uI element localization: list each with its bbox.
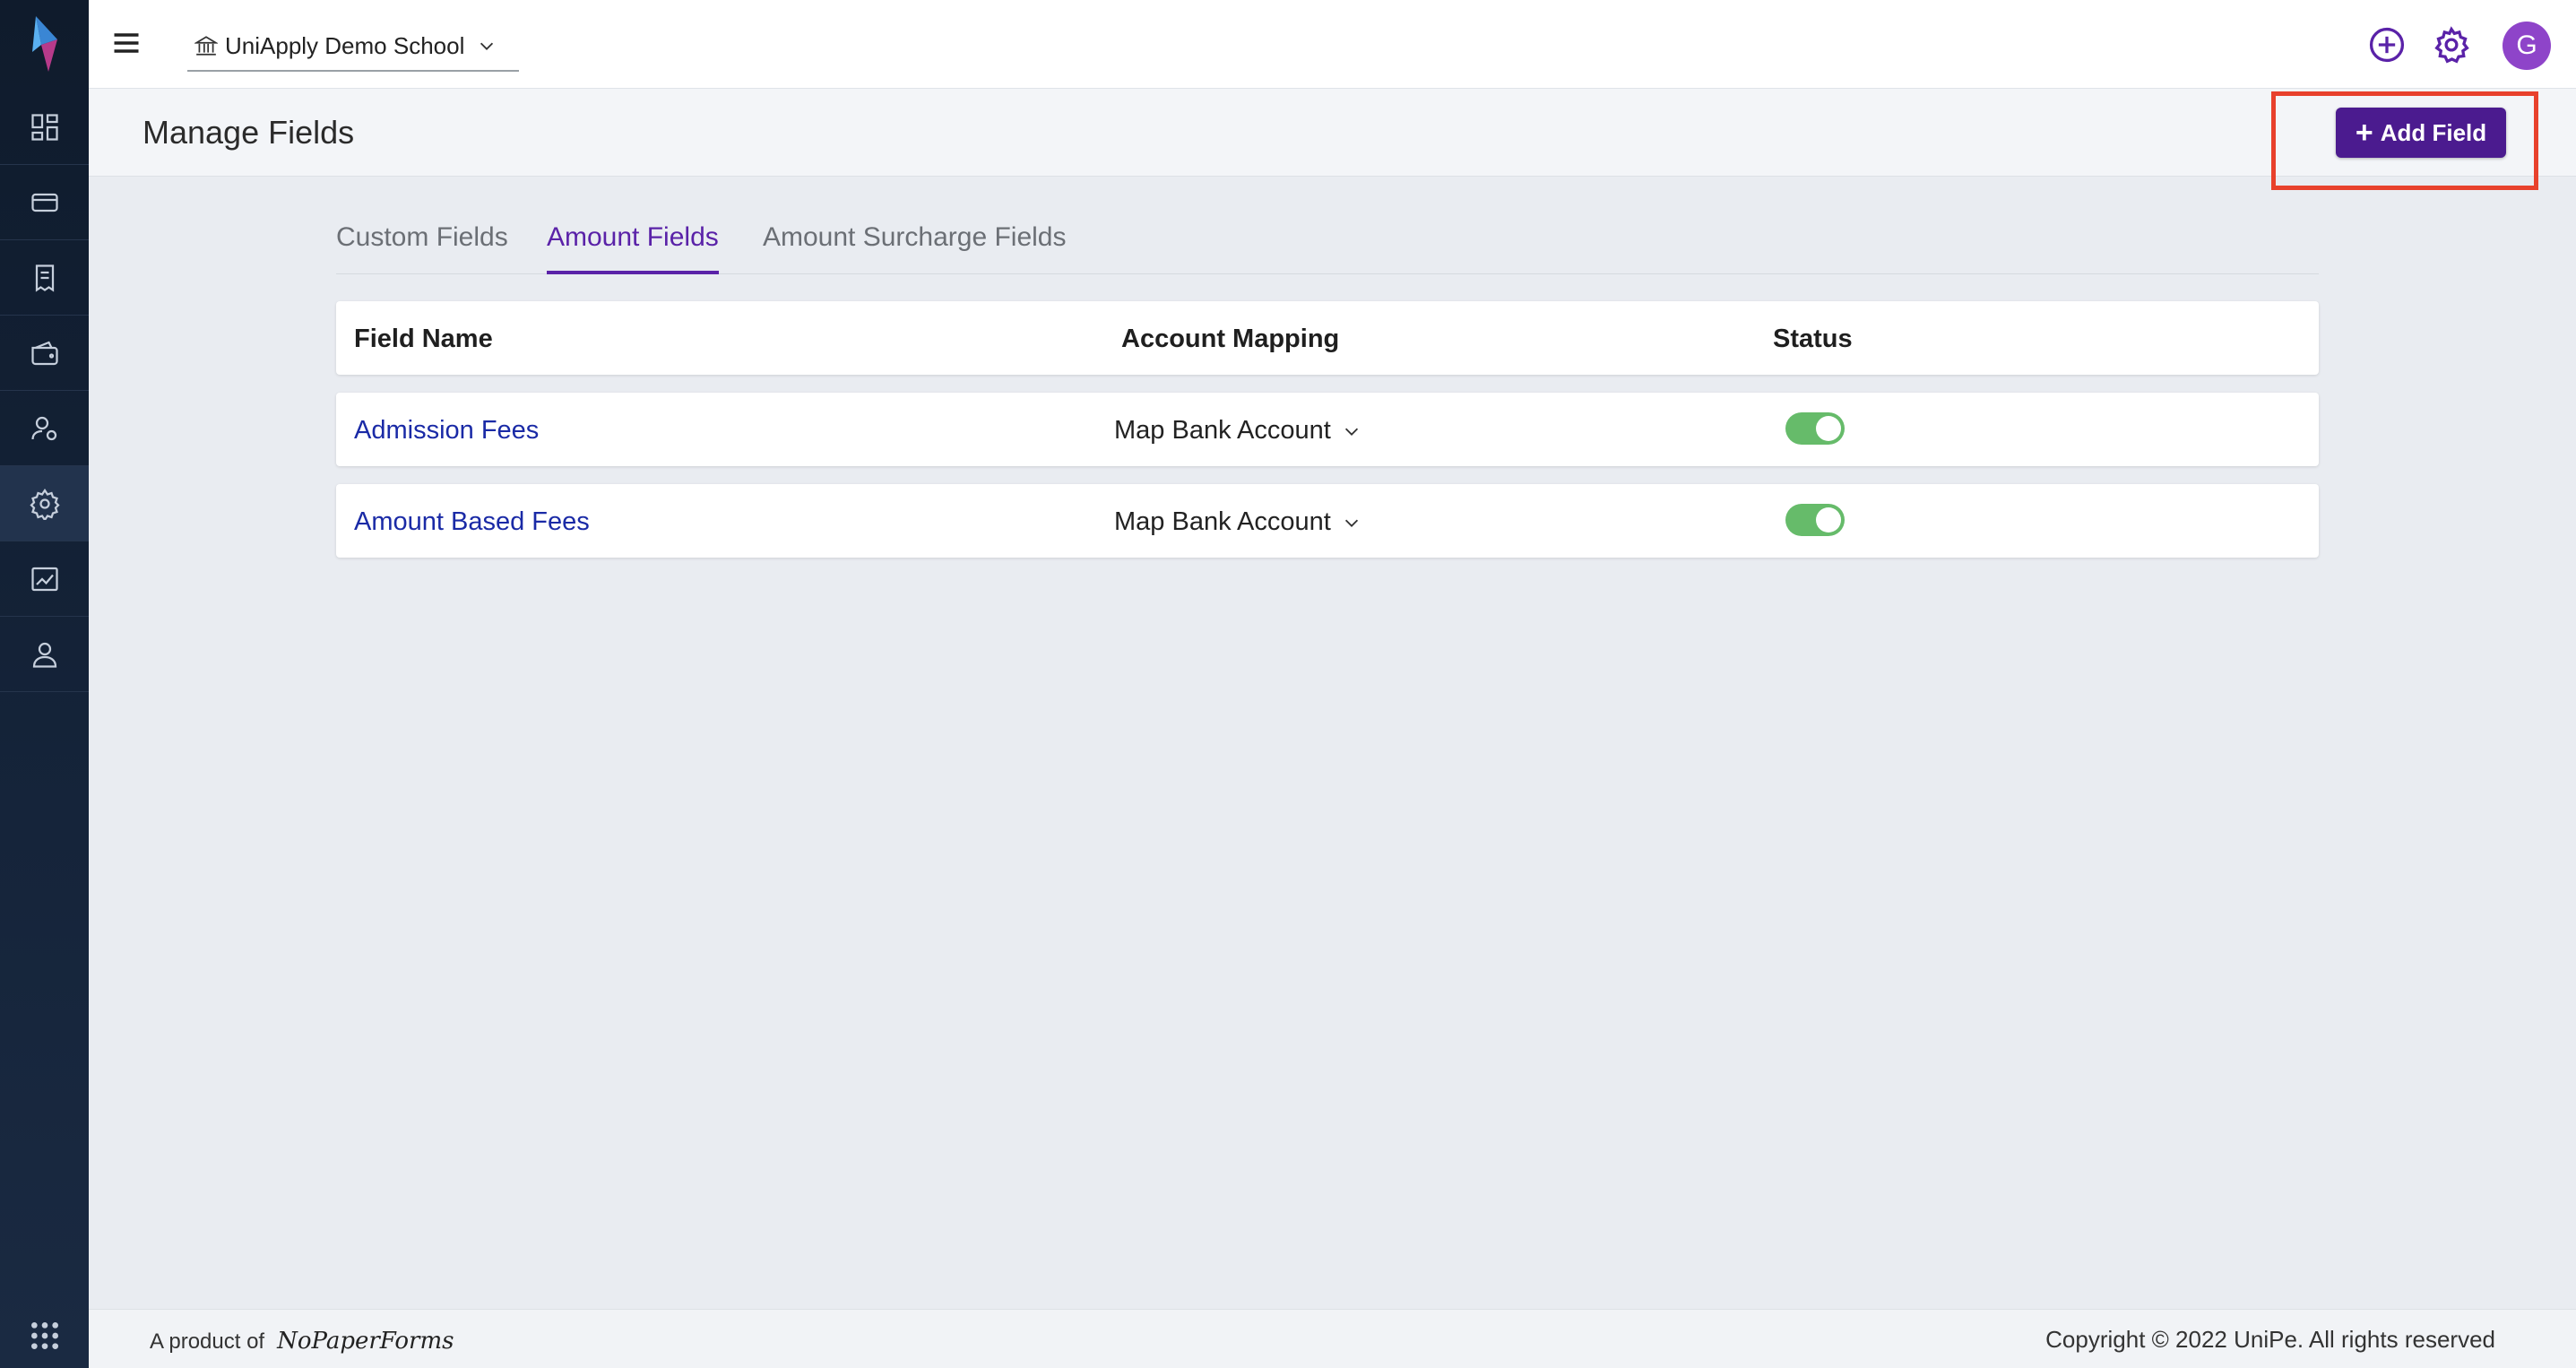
account-mapping-value: Map Bank Account: [1114, 507, 1331, 536]
table-row: Amount Based Fees Map Bank Account: [336, 484, 2319, 558]
product-prefix: A product of: [150, 1329, 265, 1354]
add-circle-icon[interactable]: [2367, 25, 2407, 65]
table-row: Admission Fees Map Bank Account: [336, 393, 2319, 466]
sidebar-item-profile[interactable]: [0, 617, 89, 692]
header-field-name: Field Name: [354, 325, 493, 353]
sidebar-item-payments[interactable]: [0, 165, 89, 240]
page-title: Manage Fields: [143, 114, 355, 151]
wallet-icon: [30, 341, 58, 365]
sidebar-item-settings[interactable]: [0, 466, 89, 541]
sidebar-item-users[interactable]: [0, 391, 89, 466]
topbar: UniApply Demo School G: [89, 0, 2576, 89]
field-tabs: Custom Fields Amount Fields Amount Surch…: [336, 222, 2319, 274]
field-name-link[interactable]: Amount Based Fees: [354, 507, 590, 537]
account-mapping-dropdown[interactable]: Map Bank Account: [1114, 416, 1361, 446]
apps-grid-icon[interactable]: [27, 1318, 63, 1354]
sidebar-item-wallet[interactable]: [0, 316, 89, 391]
receipt-icon: [35, 264, 54, 292]
tab-custom-fields[interactable]: Custom Fields: [336, 222, 508, 274]
card-icon: [30, 193, 58, 212]
user-settings-icon: [30, 416, 56, 440]
highlight-annotation-box: [2271, 91, 2538, 190]
header-account-mapping: Account Mapping: [1121, 325, 1340, 353]
sidebar-item-dashboard[interactable]: [0, 90, 89, 165]
footer: A product of NoPaperForms Copyright © 20…: [89, 1309, 2576, 1368]
bank-icon: [194, 36, 218, 56]
user-avatar[interactable]: G: [2503, 22, 2551, 70]
brand-logo[interactable]: NoPaperForms: [277, 1328, 454, 1355]
school-name: UniApply Demo School: [225, 31, 465, 59]
sidebar: [0, 0, 89, 1368]
school-selector[interactable]: UniApply Demo School: [187, 22, 519, 72]
sidebar-item-invoices[interactable]: [0, 240, 89, 316]
account-mapping-dropdown[interactable]: Map Bank Account: [1114, 507, 1361, 537]
person-icon: [32, 642, 56, 668]
toggle-knob: [1816, 507, 1841, 532]
page-header: Manage Fields + Add Field: [89, 89, 2576, 177]
header-status: Status: [1773, 325, 1853, 353]
field-name-link[interactable]: Admission Fees: [354, 416, 539, 446]
status-toggle[interactable]: [1785, 504, 1845, 536]
settings-gear-icon[interactable]: [2432, 25, 2471, 65]
chevron-down-icon: [1344, 428, 1358, 436]
footer-product: A product of NoPaperForms: [150, 1328, 454, 1355]
chevron-down-icon: [1344, 519, 1358, 527]
status-toggle[interactable]: [1785, 412, 1845, 445]
sidebar-item-reports[interactable]: [0, 541, 89, 617]
dashboard-icon: [30, 113, 58, 141]
hamburger-menu-icon[interactable]: [110, 27, 143, 59]
gear-icon: [29, 488, 60, 520]
account-mapping-value: Map Bank Account: [1114, 416, 1331, 445]
tab-amount-surcharge-fields[interactable]: Amount Surcharge Fields: [763, 222, 1067, 274]
toggle-knob: [1816, 416, 1841, 441]
tab-amount-fields[interactable]: Amount Fields: [547, 222, 719, 274]
chevron-down-icon: [480, 42, 494, 50]
app-logo: [32, 16, 57, 72]
report-chart-icon: [30, 567, 58, 591]
table-header: Field Name Account Mapping Status: [336, 301, 2319, 375]
copyright: Copyright © 2022 UniPe. All rights reser…: [2045, 1326, 2495, 1353]
